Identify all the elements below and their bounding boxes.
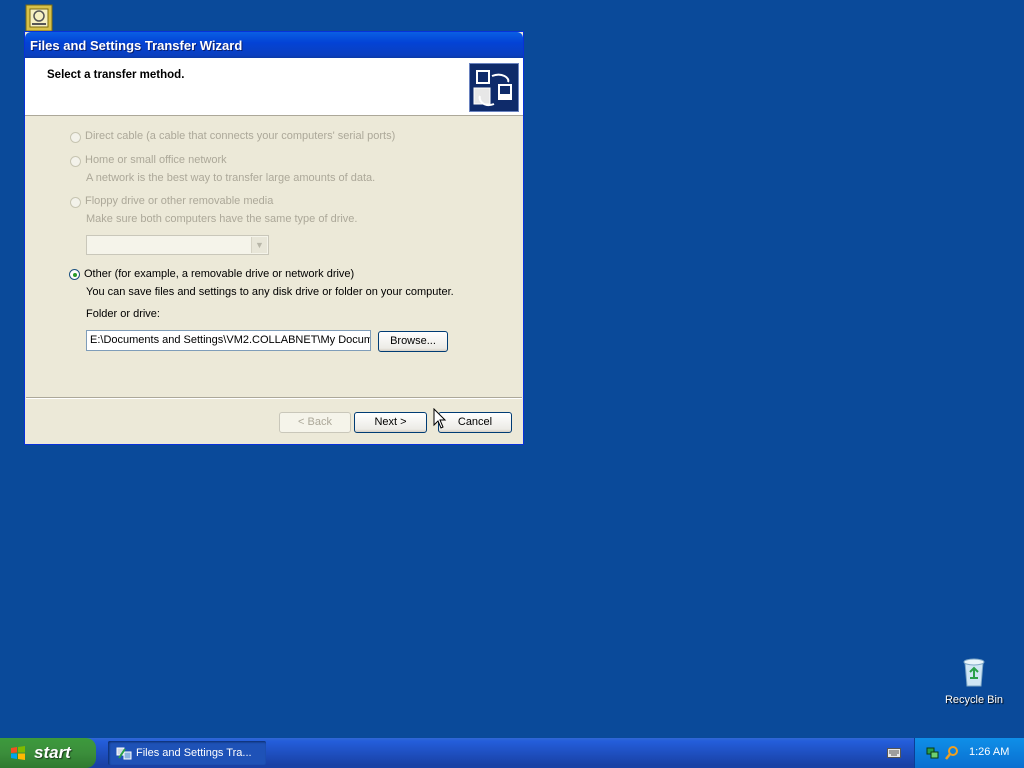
separator [26,397,522,399]
radio-direct-cable[interactable] [70,132,81,143]
taskbar-item-label: Files and Settings Tra... [136,747,252,759]
start-button[interactable]: start [0,738,96,768]
window-title: Files and Settings Transfer Wizard [30,38,243,53]
folder-path-input[interactable]: E:\Documents and Settings\VM2.COLLABNET\… [86,330,371,351]
network-tray-icon[interactable] [925,745,941,761]
option-other-label: Other (for example, a removable drive or… [84,268,355,280]
mouse-cursor-icon [433,408,447,429]
recycle-bin-label: Recycle Bin [944,694,1004,706]
radio-floppy-drive[interactable] [70,197,81,208]
start-label: start [34,743,71,762]
option-home-network-desc: A network is the best way to transfer la… [86,172,376,184]
taskbar: start Files and Settings Tra... 1:26 AM [0,738,1024,768]
wizard-header: Select a transfer method. [25,58,523,116]
recycle-bin-icon [963,658,985,687]
wizard-app-icon [116,747,132,760]
option-home-network-label: Home or small office network [85,154,227,166]
search-tray-icon[interactable] [944,745,960,761]
keyboard-icon[interactable] [887,747,901,759]
radio-other[interactable] [69,269,80,280]
title-bar[interactable]: Files and Settings Transfer Wizard [25,32,523,58]
wizard-window: Files and Settings Transfer Wizard Selec… [24,31,524,445]
header-title: Select a transfer method. [47,69,185,81]
taskbar-item-wizard[interactable]: Files and Settings Tra... [108,741,266,765]
radio-home-network[interactable] [70,156,81,167]
option-floppy-desc: Make sure both computers have the same t… [86,213,358,225]
chevron-down-icon: ▼ [251,237,267,253]
system-tray: 1:26 AM [914,738,1024,768]
windows-flag-icon [11,746,25,760]
option-floppy-label: Floppy drive or other removable media [85,195,274,207]
option-other-desc: You can save files and settings to any d… [86,286,454,298]
back-button[interactable]: < Back [279,412,351,433]
next-button[interactable]: Next > [354,412,427,433]
browse-button[interactable]: Browse... [378,331,448,352]
cancel-button[interactable]: Cancel [438,412,512,433]
clock[interactable]: 1:26 AM [969,746,1009,758]
desktop-shortcut-icon[interactable] [25,4,53,32]
recycle-bin[interactable]: Recycle Bin [940,656,1008,706]
shortcut-icon [25,4,53,32]
removable-media-dropdown[interactable]: ▼ [86,235,269,255]
option-direct-cable-label: Direct cable (a cable that connects your… [85,130,396,142]
folder-label: Folder or drive: [86,308,160,320]
transfer-wizard-icon [469,63,519,112]
